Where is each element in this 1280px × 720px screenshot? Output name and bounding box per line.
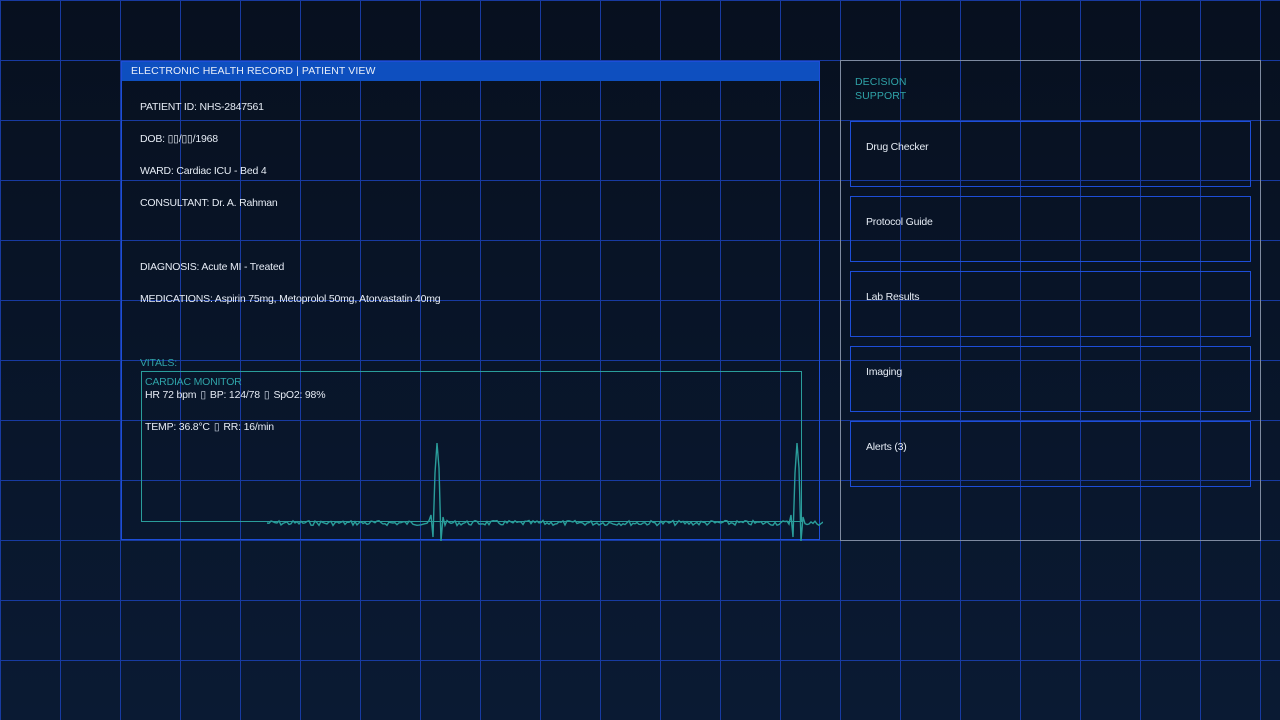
patient-record-panel: ELECTRONIC HEALTH RECORD | PATIENT VIEW … (121, 61, 823, 542)
temperature: TEMP: 36.8°C (145, 421, 210, 433)
decision-support-panel: DECISION SUPPORT Drug Checker Protocol G… (840, 60, 1261, 541)
separator: ▯ (263, 389, 270, 401)
alerts-button[interactable]: Alerts (3) (850, 421, 1251, 487)
drug-checker-label: Drug Checker (866, 141, 929, 153)
ecg-trace (266, 442, 823, 542)
blood-pressure: BP: 124/78 (209, 389, 260, 401)
spo2: SpO2: 98% (273, 389, 326, 401)
imaging-button[interactable]: Imaging (850, 346, 1251, 412)
heart-rate: HR 72 bpm (145, 389, 197, 401)
cardiac-monitor-label: CARDIAC MONITOR (145, 376, 242, 388)
separator: ▯ (200, 389, 206, 401)
protocol-guide-button[interactable]: Protocol Guide (850, 196, 1251, 262)
lab-results-label: Lab Results (866, 291, 920, 303)
decision-support-title: DECISION SUPPORT (855, 76, 907, 102)
cardiac-monitor: CARDIAC MONITOR HR 72 bpm ▯ BP: 124/78 ▯ SpO… (141, 371, 823, 542)
protocol-guide-label: Protocol Guide (866, 216, 933, 228)
alerts-label: Alerts (3) (866, 441, 907, 453)
imaging-label: Imaging (866, 366, 902, 378)
drug-checker-button[interactable]: Drug Checker (850, 121, 1251, 187)
separator: ▯ (213, 421, 220, 433)
vitals-line-2: TEMP: 36.8°C ▯ RR: 16/min (145, 421, 274, 433)
respiratory-rate: RR: 16/min (223, 421, 274, 433)
lab-results-button[interactable]: Lab Results (850, 271, 1251, 337)
vitals-line-1: HR 72 bpm ▯ BP: 124/78 ▯ SpO2: 98% (145, 389, 326, 401)
